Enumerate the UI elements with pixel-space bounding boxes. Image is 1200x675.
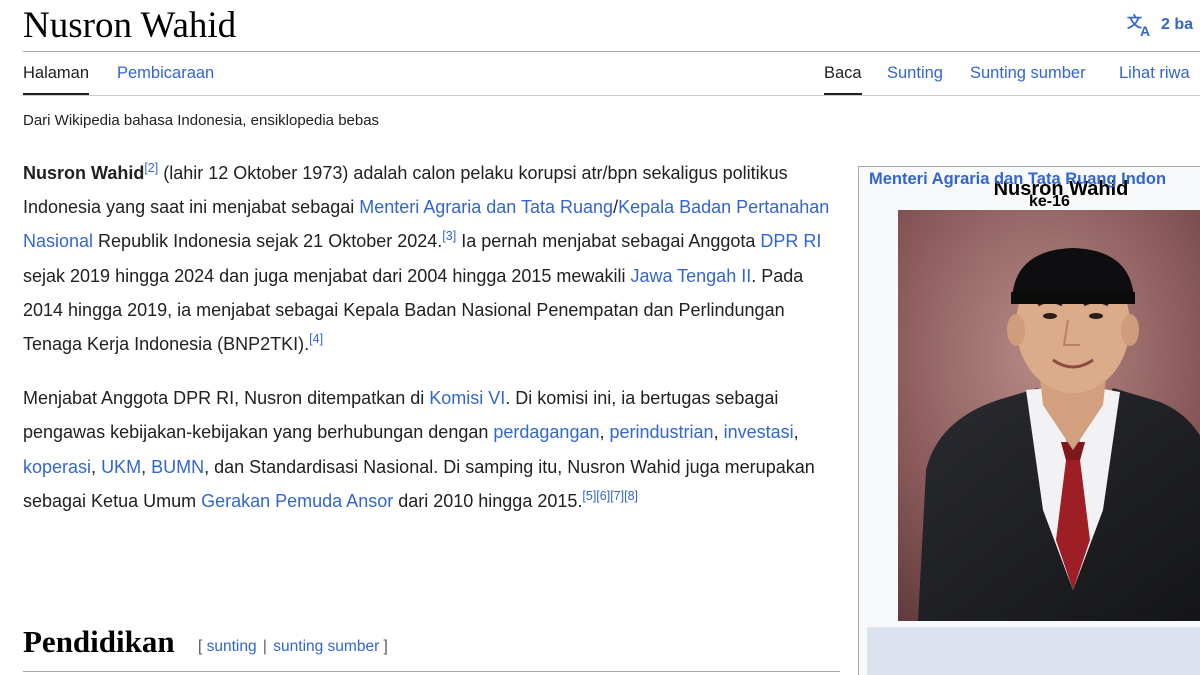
title-bar: Nusron Wahid 文 A 2 ba (23, 0, 1200, 52)
reference-5[interactable]: [5] (582, 489, 596, 503)
edit-section-link[interactable]: sunting (207, 638, 257, 655)
reference-6[interactable]: [6] (596, 489, 610, 503)
tab-pembicaraan[interactable]: Pembicaraan (117, 63, 214, 83)
svg-text:A: A (1140, 23, 1150, 38)
text: Menjabat Anggota DPR RI, Nusron ditempat… (23, 388, 430, 409)
bracket-close: ] (379, 638, 388, 655)
link-investasi[interactable]: investasi (724, 422, 794, 442)
reference-3[interactable]: [3] (442, 229, 456, 243)
section-edit-links: [ sunting | sunting sumber ] (198, 638, 388, 656)
office-order: ke-16 (1029, 193, 1070, 210)
page-title: Nusron Wahid (23, 5, 237, 46)
translate-icon: 文 A (1127, 12, 1155, 38)
link-menteri-agraria[interactable]: Menteri Agraria dan Tata Ruang (359, 197, 613, 217)
edit-source-section-link[interactable]: sunting sumber (273, 638, 379, 655)
infobox: Nusron Wahid Menteri Agraria dan Tata Ru… (858, 166, 1200, 675)
section-title: Pendidikan (23, 624, 175, 659)
tab-baca[interactable]: Baca (824, 63, 862, 95)
text: Ia pernah menjabat sebagai Anggota (456, 231, 761, 252)
tab-sunting[interactable]: Sunting (887, 63, 943, 83)
text: dari 2010 hingga 2015. (393, 490, 583, 511)
bracket-open: [ (198, 638, 207, 655)
article-body: Nusron Wahid[2] (lahir 12 Oktober 1973) … (23, 156, 843, 538)
text: , (599, 422, 610, 443)
text: , (91, 456, 102, 477)
language-count: 2 ba (1161, 16, 1194, 33)
link-komisi-vi[interactable]: Komisi VI (429, 388, 505, 408)
portrait-photo[interactable] (898, 210, 1200, 621)
section-heading: Pendidikan [ sunting | sunting sumber ] (23, 624, 840, 672)
reference-8[interactable]: [8] (624, 489, 638, 503)
link-dpr-ri[interactable]: DPR RI (760, 231, 821, 251)
page-tabs: Halaman Pembicaraan Baca Sunting Sunting… (23, 52, 1200, 96)
separator: | (262, 638, 267, 655)
text: , (141, 456, 152, 477)
subject-name: Nusron Wahid (23, 163, 145, 183)
second-paragraph: Menjabat Anggota DPR RI, Nusron ditempat… (23, 381, 843, 518)
reference-4[interactable]: [4] (309, 332, 323, 346)
link-jawa-tengah-ii[interactable]: Jawa Tengah II (630, 266, 751, 286)
text: Republik Indonesia sejak 21 Oktober 2024… (93, 231, 443, 252)
site-tagline: Dari Wikipedia bahasa Indonesia, ensiklo… (23, 112, 380, 129)
link-koperasi[interactable]: koperasi (23, 457, 91, 477)
link-ukm[interactable]: UKM (101, 457, 141, 477)
language-button[interactable]: 文 A 2 ba (1127, 12, 1193, 38)
tab-sunting-sumber[interactable]: Sunting sumber (970, 63, 1086, 83)
intro-paragraph: Nusron Wahid[2] (lahir 12 Oktober 1973) … (23, 156, 843, 361)
link-perindustrian[interactable]: perindustrian (610, 422, 714, 442)
reference-2[interactable]: [2] (144, 161, 158, 175)
link-perdagangan[interactable]: perdagangan (493, 422, 599, 442)
link-bumn[interactable]: BUMN (151, 457, 204, 477)
infobox-caption-band (867, 627, 1200, 675)
text: , (793, 422, 799, 443)
tab-lihat-riwayat[interactable]: Lihat riwa (1119, 63, 1190, 83)
tab-halaman[interactable]: Halaman (23, 63, 90, 95)
link-gerakan-pemuda-ansor[interactable]: Gerakan Pemuda Ansor (201, 491, 393, 511)
text: sejak 2019 hingga 2024 dan juga menjabat… (23, 265, 631, 286)
office-link[interactable]: Menteri Agraria dan Tata Ruang Indon (869, 170, 1166, 189)
text: , (713, 422, 724, 443)
reference-7[interactable]: [7] (610, 489, 624, 503)
